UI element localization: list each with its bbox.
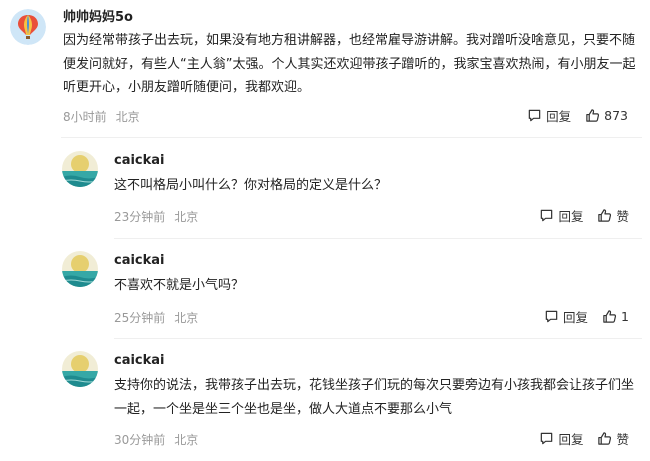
comment-meta: 8小时前 北京: [63, 108, 149, 125]
reply-button[interactable]: 回复: [539, 206, 583, 225]
reply-button[interactable]: 回复: [527, 106, 571, 125]
reply-bubble-icon: [528, 109, 541, 122]
comment-author[interactable]: caickai: [114, 353, 165, 368]
comment-text: 这不叫格局小叫什么？你对格局的定义是什么？: [114, 178, 388, 193]
comment-actions: 回复 赞: [539, 206, 629, 225]
like-button[interactable]: 赞: [597, 206, 629, 225]
hot-air-balloon-icon: [10, 9, 46, 45]
avatar[interactable]: [62, 351, 98, 387]
reply-button[interactable]: 回复: [539, 429, 583, 448]
comment-author[interactable]: caickai: [114, 253, 165, 268]
reply-bubble-icon: [541, 432, 553, 445]
comment-author[interactable]: 帅帅妈妈5o: [63, 6, 133, 25]
comment-author[interactable]: caickai: [114, 153, 165, 168]
comment-meta: 25分钟前 北京: [114, 309, 207, 326]
reply-label: 回复: [558, 209, 584, 224]
avatar[interactable]: [62, 251, 98, 287]
comment-location: 北京: [174, 311, 199, 325]
comment-time: 8小时前: [63, 110, 107, 124]
comment-time: 25分钟前: [114, 311, 166, 325]
reply-label: 回复: [563, 310, 589, 325]
comment-text: 不喜欢不就是小气吗？: [114, 278, 245, 293]
thumbs-up-icon: [598, 209, 612, 222]
comment-time: 30分钟前: [114, 433, 166, 447]
reply-label: 回复: [558, 432, 584, 447]
divider: [61, 137, 642, 138]
comment-location: 北京: [174, 433, 199, 447]
like-button[interactable]: 1: [602, 309, 629, 324]
reply-bubble-icon: [545, 310, 558, 323]
thumbs-up-icon: [603, 310, 617, 323]
comment-location: 北京: [174, 210, 199, 224]
comment-actions: 回复 873: [527, 106, 628, 125]
like-label: 赞: [616, 209, 629, 224]
sea-moon-scene-icon: [62, 251, 98, 287]
comment-time: 23分钟前: [114, 210, 166, 224]
avatar[interactable]: [10, 9, 46, 45]
like-count: 873: [604, 108, 628, 123]
comment-text: 支持你的说法，我带孩子出去玩，花钱坐孩子们玩的每次只要旁边有小孩我都会让孩子们坐…: [114, 378, 635, 417]
comment-text: 因为经常带孩子出去玩，如果没有地方租讲解器，也经常雇导游讲解。我对蹭听没啥意见，…: [63, 33, 636, 95]
like-label: 赞: [616, 432, 629, 447]
divider: [114, 238, 642, 239]
reply-label: 回复: [546, 109, 572, 124]
like-button[interactable]: 赞: [597, 429, 629, 448]
comment-meta: 23分钟前 北京: [114, 208, 207, 225]
comment-meta: 30分钟前 北京: [114, 431, 207, 448]
like-count: 1: [621, 309, 629, 324]
divider: [114, 338, 642, 339]
comment-actions: 回复 1: [544, 307, 629, 326]
comment-actions: 回复 赞: [539, 429, 629, 448]
sea-moon-scene-icon: [62, 351, 98, 387]
thumbs-up-icon: [586, 109, 600, 122]
comment-location: 北京: [115, 110, 140, 124]
sea-moon-scene-icon: [62, 151, 98, 187]
reply-button[interactable]: 回复: [544, 307, 588, 326]
like-button[interactable]: 873: [585, 108, 628, 123]
thumbs-up-icon: [598, 432, 612, 445]
reply-bubble-icon: [541, 209, 553, 222]
avatar[interactable]: [62, 151, 98, 187]
